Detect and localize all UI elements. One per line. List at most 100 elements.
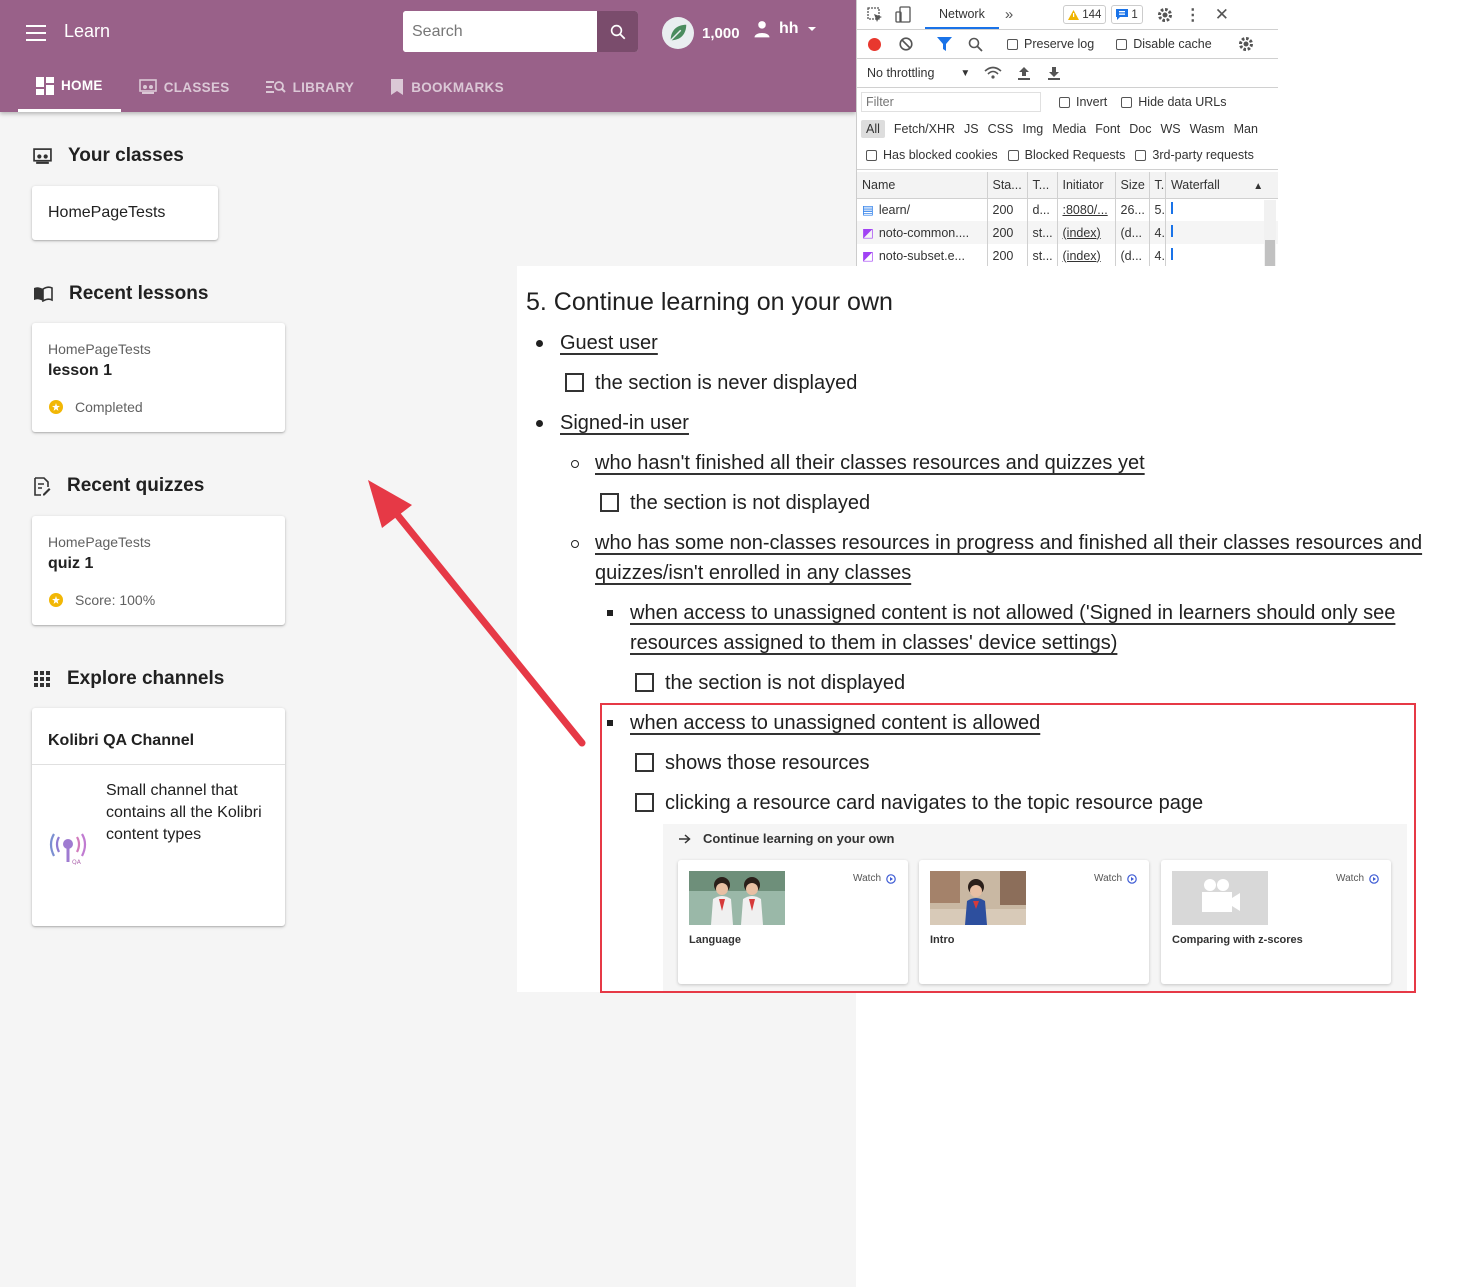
navigates-text: clicking a resource card navigates to th… (665, 792, 1204, 814)
resource-card-z-scores[interactable]: Watch Comparing with z-scores (1161, 860, 1391, 984)
table-scrollbar[interactable] (1264, 200, 1276, 266)
invert-label: Invert (1076, 95, 1108, 109)
filter-type-font[interactable]: Font (1095, 122, 1120, 136)
filter-type-ws[interactable]: WS (1160, 122, 1180, 136)
search-button[interactable] (597, 11, 638, 52)
filter-type-img[interactable]: Img (1022, 122, 1043, 136)
navigates-checkbox[interactable] (635, 793, 654, 812)
blocked-requests-label: Blocked Requests (1024, 148, 1126, 162)
filter-type-media[interactable]: Media (1052, 122, 1086, 136)
channel-description: Small channel that contains all the Koli… (106, 782, 262, 843)
filter-type-manifest[interactable]: Man (1234, 122, 1258, 136)
filter-type-css[interactable]: CSS (988, 122, 1014, 136)
network-conditions-icon[interactable] (984, 66, 1002, 80)
request-type: st... (1027, 221, 1058, 244)
tab-bookmarks[interactable]: BOOKMARKS (372, 62, 522, 112)
guest-check-checkbox[interactable] (565, 373, 584, 392)
close-icon[interactable]: ✕ (1215, 5, 1229, 25)
column-header-status[interactable]: Sta... (987, 172, 1028, 199)
request-initiator[interactable]: :8080/... (1057, 198, 1116, 221)
table-row[interactable]: ◩ noto-common.... 200 st... (index) (d...… (857, 221, 1278, 244)
column-header-waterfall[interactable]: Waterfall ▲ (1165, 172, 1278, 199)
filter-type-doc[interactable]: Doc (1129, 122, 1151, 136)
book-icon (34, 286, 53, 302)
search-icon[interactable] (968, 37, 983, 52)
tab-home-label: HOME (61, 78, 103, 93)
resource-card-intro[interactable]: Watch Intro (919, 860, 1149, 984)
export-har-icon[interactable] (1048, 66, 1061, 80)
dropdown-arrow-icon[interactable]: ▼ (960, 68, 970, 79)
warnings-count: 144 (1082, 8, 1102, 21)
quiz-card[interactable]: HomePageTests quiz 1 Score: 100% (32, 516, 285, 625)
settings-gear-icon[interactable] (1157, 7, 1173, 23)
not-allowed-check-text: the section is not displayed (665, 672, 906, 694)
throttling-select[interactable]: No throttling (867, 66, 934, 80)
column-header-size[interactable]: Size (1115, 172, 1150, 199)
filter-type-fetch-xhr[interactable]: Fetch/XHR (894, 122, 955, 136)
hide-data-urls-checkbox[interactable]: Hide data URLs (1121, 95, 1227, 109)
lesson-card[interactable]: HomePageTests lesson 1 Completed (32, 323, 285, 432)
device-toolbar-icon[interactable] (895, 6, 911, 23)
tab-network[interactable]: Network (925, 1, 999, 29)
sort-up-icon: ▲ (1253, 180, 1264, 192)
inspect-element-icon[interactable] (867, 6, 883, 23)
filter-input[interactable] (861, 92, 1041, 112)
record-icon[interactable] (868, 37, 881, 51)
disable-cache-checkbox[interactable]: Disable cache (1116, 37, 1212, 51)
play-icon (886, 873, 896, 884)
blocked-cookies-checkbox[interactable]: Has blocked cookies (866, 148, 998, 162)
filter-icon[interactable] (937, 37, 952, 51)
more-tabs-icon[interactable]: » (1005, 6, 1013, 23)
column-header-time[interactable]: T. (1149, 172, 1166, 199)
not-allowed-text-line1: when access to unassigned content is not… (630, 602, 1396, 624)
import-har-icon[interactable] (1018, 66, 1031, 80)
messages-badge[interactable]: 1 (1111, 5, 1143, 24)
channel-card[interactable]: Kolibri QA Channel QA Small channel that… (32, 708, 285, 926)
star-icon (49, 400, 63, 414)
request-initiator[interactable]: (index) (1057, 221, 1116, 244)
filter-type-js[interactable]: JS (964, 122, 979, 136)
not-finished-check-text: the section is not displayed (630, 492, 871, 514)
request-initiator[interactable]: (index) (1057, 244, 1116, 266)
tab-home[interactable]: HOME (18, 62, 121, 112)
search-input[interactable] (403, 11, 597, 52)
column-header-type[interactable]: T... (1027, 172, 1058, 199)
tab-library[interactable]: LIBRARY (248, 62, 373, 112)
not-allowed-checkbox[interactable] (635, 673, 654, 692)
resource-card-language[interactable]: Watch Language (678, 860, 908, 984)
third-party-checkbox[interactable]: 3rd-party requests (1135, 148, 1254, 162)
kebab-menu-icon[interactable]: ⋮ (1185, 5, 1201, 25)
signed-in-user-text: Signed-in user (560, 412, 689, 434)
shows-resources-text: shows those resources (665, 752, 870, 774)
class-card[interactable]: HomePageTests (32, 186, 218, 240)
finished-text-line2: quizzes/isn't enrolled in any classes (595, 562, 912, 584)
points-display: 1,000 (662, 17, 740, 49)
request-status: 200 (987, 198, 1028, 221)
blocked-cookies-label: Has blocked cookies (883, 148, 998, 162)
tab-classes[interactable]: CLASSES (121, 62, 248, 112)
user-menu[interactable]: hh (752, 19, 818, 39)
request-time: 5. (1149, 198, 1166, 221)
resource-title: Language (689, 934, 741, 946)
preserve-log-checkbox[interactable]: Preserve log (1007, 37, 1094, 51)
not-finished-checkbox[interactable] (600, 493, 619, 512)
warnings-badge[interactable]: 144 (1063, 5, 1107, 24)
finished-text-line1: who has some non-classes resources in pr… (595, 532, 1423, 554)
blocked-requests-checkbox[interactable]: Blocked Requests (1007, 148, 1126, 162)
network-settings-gear-icon[interactable] (1238, 36, 1254, 52)
nav-tabs: HOME CLASSES LIBRARY BOOKMARKS (18, 62, 522, 112)
filter-type-all[interactable]: All (861, 120, 885, 138)
watch-text: Watch (1336, 873, 1364, 884)
clear-icon[interactable] (899, 37, 913, 51)
star-icon (49, 593, 63, 607)
play-icon (1369, 873, 1379, 884)
hamburger-menu-icon[interactable] (26, 25, 46, 41)
column-header-name[interactable]: Name (857, 172, 988, 199)
shows-resources-checkbox[interactable] (635, 753, 654, 772)
filter-type-wasm[interactable]: Wasm (1190, 122, 1225, 136)
table-row[interactable]: ◩ noto-subset.e... 200 st... (index) (d..… (857, 244, 1278, 266)
table-row[interactable]: ▤ learn/ 200 d... :8080/... 26... 5. (857, 198, 1278, 221)
column-header-initiator[interactable]: Initiator (1057, 172, 1116, 199)
invert-checkbox[interactable]: Invert (1059, 95, 1107, 109)
guest-user-item: Guest user (560, 332, 658, 355)
